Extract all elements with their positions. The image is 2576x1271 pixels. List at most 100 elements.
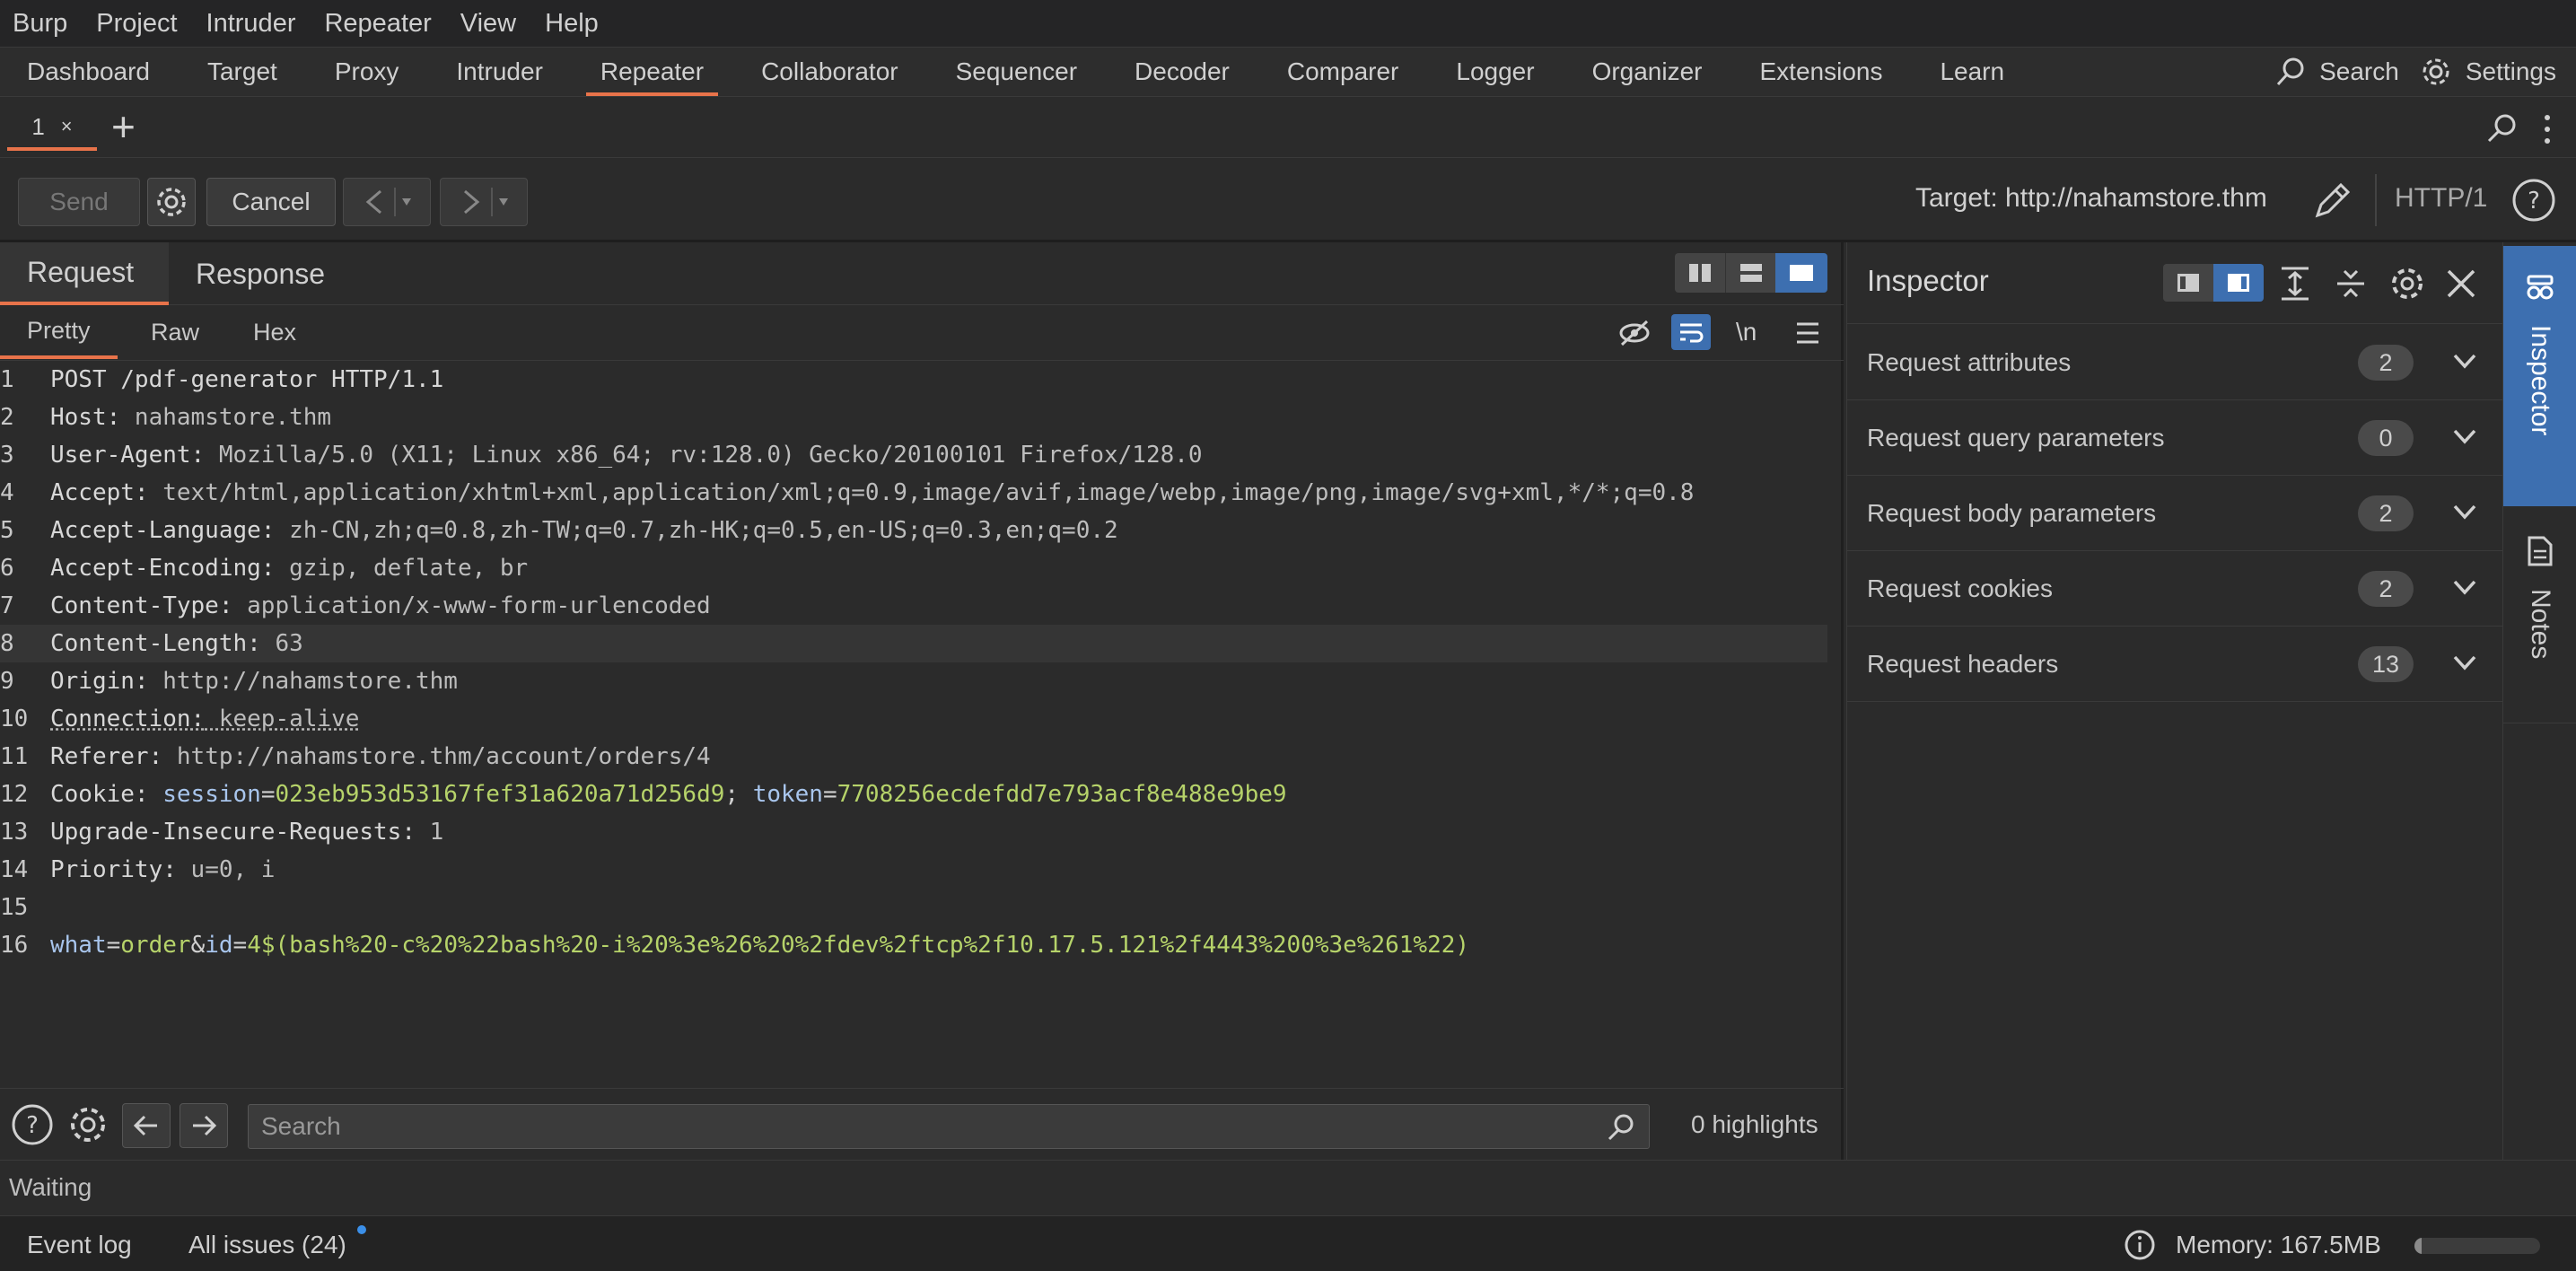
tab-intruder[interactable]: Intruder: [442, 48, 557, 96]
request-line[interactable]: 9 Origin: http://nahamstore.thm: [0, 662, 1827, 700]
protocol-toggle[interactable]: HTTP/1: [2395, 183, 2487, 214]
menu-intruder[interactable]: Intruder: [206, 9, 296, 39]
tab-decoder[interactable]: Decoder: [1120, 48, 1244, 96]
token: POST /pdf-generator HTTP/1.1: [50, 366, 444, 393]
view-pretty[interactable]: Pretty: [0, 305, 118, 359]
view-raw[interactable]: Raw: [151, 305, 199, 359]
tab-learn[interactable]: Learn: [1925, 48, 2019, 96]
newline-toggle[interactable]: \n: [1736, 318, 1757, 346]
token: u=0, i: [176, 856, 276, 883]
search-input[interactable]: Search: [248, 1104, 1650, 1149]
token: Upgrade-Insecure-Requests:: [50, 819, 416, 846]
request-line[interactable]: 14 Priority: u=0, i: [0, 851, 1827, 889]
help-icon[interactable]: ?: [11, 1103, 54, 1146]
tab-extensions[interactable]: Extensions: [1746, 48, 1897, 96]
request-line[interactable]: 13 Upgrade-Insecure-Requests: 1: [0, 813, 1827, 851]
tab-organizer[interactable]: Organizer: [1578, 48, 1717, 96]
chevron-down-icon[interactable]: [2451, 578, 2478, 598]
chevron-down-icon[interactable]: [2451, 427, 2478, 447]
sidebar-tab-notes[interactable]: Notes: [2503, 508, 2576, 723]
kebab-menu-icon[interactable]: [2542, 113, 2553, 145]
request-line[interactable]: 4 Accept: text/html,application/xhtml+xml…: [0, 474, 1827, 512]
chevron-down-icon[interactable]: [2451, 352, 2478, 372]
menu-project[interactable]: Project: [96, 9, 177, 39]
layout-side-by-side-icon[interactable]: [1675, 253, 1725, 293]
search-icon[interactable]: [1606, 1112, 1636, 1143]
tab-response[interactable]: Response: [169, 242, 352, 305]
tab-search-icon[interactable]: [2484, 111, 2519, 145]
gear-icon[interactable]: [66, 1103, 110, 1146]
next-match-button[interactable]: [180, 1103, 228, 1148]
search-icon[interactable]: [2274, 56, 2307, 88]
request-line[interactable]: 6 Accept-Encoding: gzip, deflate, br: [0, 549, 1827, 587]
request-line[interactable]: 3 User-Agent: Mozilla/5.0 (X11; Linux x86…: [0, 436, 1827, 474]
request-line[interactable]: 7 Content-Type: application/x-www-form-ur…: [0, 587, 1827, 625]
inspector-section[interactable]: Request attributes 2: [1847, 325, 2503, 400]
line-number: 1: [0, 366, 14, 393]
word-wrap-icon[interactable]: [1671, 314, 1711, 350]
view-hex[interactable]: Hex: [253, 305, 296, 359]
request-line[interactable]: 11 Referer: http://nahamstore.thm/account…: [0, 738, 1827, 776]
memory-bar-fill: [2414, 1238, 2423, 1254]
edit-target-icon[interactable]: [2310, 180, 2353, 223]
all-issues-button[interactable]: All issues (24): [188, 1231, 346, 1259]
info-icon[interactable]: [2124, 1229, 2156, 1261]
send-button[interactable]: Send: [18, 178, 140, 226]
menu-view[interactable]: View: [460, 9, 516, 39]
request-editor[interactable]: 1 POST /pdf-generator HTTP/1.1 2 Host: naha…: [0, 361, 1827, 1061]
tab-dashboard[interactable]: Dashboard: [13, 48, 164, 96]
request-line[interactable]: 5 Accept-Language: zh-CN,zh;q=0.8,zh-TW;q…: [0, 512, 1827, 549]
add-tab-button[interactable]: +: [111, 102, 136, 151]
layout-left-icon[interactable]: [2163, 264, 2213, 302]
sidebar-tab-inspector[interactable]: Inspector: [2503, 246, 2576, 506]
request-line[interactable]: 8 Content-Length: 63: [0, 625, 1827, 662]
inspector-section[interactable]: Request body parameters 2: [1847, 476, 2503, 551]
request-line[interactable]: 10 Connection: keep-alive: [0, 700, 1827, 738]
chevron-down-icon[interactable]: [2451, 653, 2478, 673]
request-line[interactable]: 12 Cookie: session=023eb953d53167fef31a62…: [0, 776, 1827, 813]
highlights-count: 0 highlights: [1691, 1110, 1818, 1138]
layout-right-icon[interactable]: [2213, 264, 2264, 302]
tab-collaborator[interactable]: Collaborator: [747, 48, 913, 96]
inspector-section[interactable]: Request query parameters 0: [1847, 400, 2503, 476]
gear-icon[interactable]: [2388, 264, 2427, 303]
divider: [2375, 174, 2377, 226]
search-button[interactable]: Search: [2319, 57, 2399, 86]
request-line[interactable]: 15: [0, 889, 1827, 926]
request-line[interactable]: 16 what=order&id=4$(bash%20-c%20%22bash%2…: [0, 926, 1827, 964]
previous-match-button[interactable]: [122, 1103, 171, 1148]
repeater-tab-1[interactable]: 1 ×: [7, 106, 97, 151]
tab-target[interactable]: Target: [193, 48, 292, 96]
layout-stacked-icon[interactable]: [1725, 253, 1775, 293]
tab-sequencer[interactable]: Sequencer: [942, 48, 1091, 96]
request-line[interactable]: 1 POST /pdf-generator HTTP/1.1: [0, 361, 1827, 399]
menu-repeater[interactable]: Repeater: [324, 9, 431, 39]
menu-burp[interactable]: Burp: [13, 9, 67, 39]
tab-request[interactable]: Request: [0, 242, 169, 305]
help-icon[interactable]: ?: [2511, 178, 2556, 223]
chevron-down-icon[interactable]: [2451, 503, 2478, 522]
forward-history-button[interactable]: [440, 178, 528, 226]
settings-button[interactable]: Settings: [2466, 57, 2556, 86]
expand-all-icon[interactable]: [2278, 266, 2312, 302]
gear-icon[interactable]: [2419, 55, 2453, 89]
tab-logger[interactable]: Logger: [1441, 48, 1548, 96]
tab-comparer[interactable]: Comparer: [1273, 48, 1413, 96]
tab-repeater[interactable]: Repeater: [585, 48, 719, 96]
collapse-all-icon[interactable]: [2334, 266, 2368, 302]
hamburger-menu-icon[interactable]: [1795, 321, 1820, 345]
section-label: Request body parameters: [1867, 498, 2157, 527]
request-line[interactable]: 2 Host: nahamstore.thm: [0, 399, 1827, 436]
inspector-section[interactable]: Request cookies 2: [1847, 551, 2503, 627]
tab-close-icon[interactable]: ×: [61, 115, 73, 138]
close-icon[interactable]: [2445, 267, 2477, 300]
event-log-button[interactable]: Event log: [27, 1231, 132, 1259]
send-settings-button[interactable]: [147, 178, 196, 226]
cancel-button[interactable]: Cancel: [206, 178, 336, 226]
hide-eye-icon[interactable]: [1617, 318, 1652, 348]
layout-tabs-icon[interactable]: [1775, 253, 1827, 293]
inspector-section[interactable]: Request headers 13: [1847, 627, 2503, 702]
back-history-button[interactable]: [343, 178, 431, 226]
tab-proxy[interactable]: Proxy: [320, 48, 414, 96]
menu-help[interactable]: Help: [545, 9, 599, 39]
